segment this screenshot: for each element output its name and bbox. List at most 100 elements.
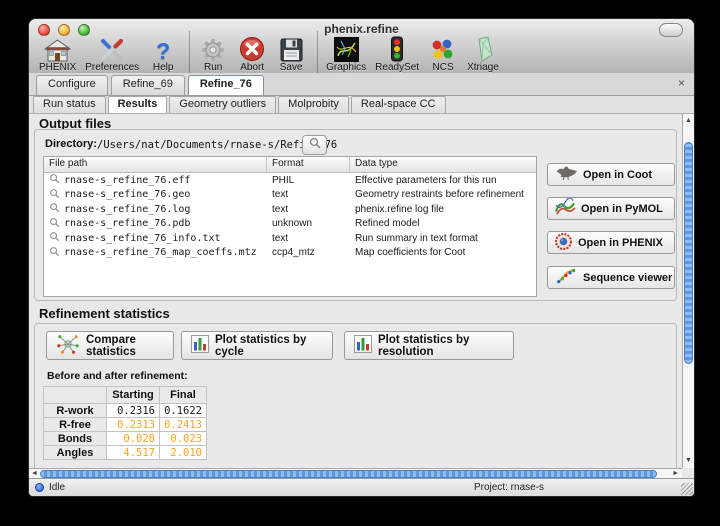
horizontal-scroll-thumb[interactable] bbox=[40, 470, 657, 478]
file-data-type: Geometry restraints before refinement bbox=[350, 189, 532, 200]
table-row[interactable]: rnase-s_refine_76_info.txt text Run summ… bbox=[44, 231, 536, 246]
table-row[interactable]: rnase-s_refine_76.eff PHIL Effective par… bbox=[44, 173, 536, 188]
close-window-button[interactable] bbox=[38, 24, 50, 36]
subtab-molprobity[interactable]: Molprobity bbox=[278, 96, 349, 113]
tab-refine-76[interactable]: Refine_76 bbox=[188, 75, 264, 95]
pymol-ribbon-icon bbox=[554, 198, 576, 219]
table-header-row: File path Format Data type bbox=[44, 157, 536, 173]
results-panel: Output files Directory: /Users/nat/Docum… bbox=[29, 114, 682, 468]
file-name: rnase-s_refine_76_info.txt bbox=[64, 233, 221, 244]
file-name: rnase-s_refine_76.eff bbox=[64, 175, 190, 186]
graphics-icon bbox=[334, 38, 359, 62]
bar-chart-icon bbox=[191, 335, 209, 356]
stats-col-starting: Starting bbox=[107, 387, 160, 404]
toolbar-button-xtriage[interactable]: Xtriage bbox=[467, 38, 499, 73]
toolbar-toggle-button[interactable] bbox=[659, 23, 683, 37]
toolbar-button-ncs[interactable]: NCS bbox=[428, 38, 458, 73]
toolbar-button-phenix[interactable]: PHENIX bbox=[39, 38, 76, 73]
plot-by-cycle-button[interactable]: Plot statistics by cycle bbox=[181, 331, 333, 360]
tools-icon bbox=[99, 38, 125, 62]
stats-row-rfree: R-free 0.2313 0.2413 bbox=[44, 418, 207, 432]
stat-label: R-work bbox=[44, 404, 107, 418]
toolbar-button-run[interactable]: Run bbox=[198, 38, 228, 73]
bar-chart-icon bbox=[354, 335, 372, 356]
column-header-file-path[interactable]: File path bbox=[44, 157, 267, 172]
before-after-label: Before and after refinement: bbox=[47, 370, 188, 382]
toolbar-button-help[interactable]: ? Help bbox=[148, 38, 178, 73]
stat-starting-value: 0.028 bbox=[107, 432, 160, 446]
column-header-data-type[interactable]: Data type bbox=[350, 157, 532, 172]
file-format: text bbox=[267, 204, 350, 215]
open-in-pymol-button[interactable]: Open in PyMOL bbox=[547, 197, 675, 220]
table-row[interactable]: rnase-s_refine_76_map_coeffs.mtz ccp4_mt… bbox=[44, 246, 536, 261]
open-button-label: Open in PHENIX bbox=[578, 237, 663, 249]
file-format: unknown bbox=[267, 218, 350, 229]
toolbar-button-preferences[interactable]: Preferences bbox=[85, 38, 139, 73]
subtab-real-space-cc[interactable]: Real-space CC bbox=[351, 96, 446, 113]
magnifier-icon bbox=[49, 231, 60, 245]
stats-row-bonds: Bonds 0.028 0.023 bbox=[44, 432, 207, 446]
coot-bird-icon bbox=[554, 165, 578, 184]
toolbar-button-graphics[interactable]: Graphics bbox=[326, 38, 366, 73]
tab-configure[interactable]: Configure bbox=[36, 75, 108, 95]
plot-by-resolution-button[interactable]: Plot statistics by resolution bbox=[344, 331, 514, 360]
molecules-icon bbox=[430, 38, 456, 62]
sequence-viewer-button[interactable]: Sequence viewer bbox=[547, 266, 675, 289]
vertical-scroll-thumb[interactable] bbox=[684, 142, 693, 364]
table-row[interactable]: rnase-s_refine_76.pdb unknown Refined mo… bbox=[44, 217, 536, 232]
minimize-window-button[interactable] bbox=[58, 24, 70, 36]
vertical-scrollbar[interactable]: ▲ ▼ bbox=[682, 114, 694, 468]
scroll-down-arrow-icon[interactable]: ▼ bbox=[683, 456, 694, 466]
graph-nodes-icon bbox=[56, 333, 80, 358]
file-name: rnase-s_refine_76.pdb bbox=[64, 218, 190, 229]
toolbar-label: Run bbox=[204, 63, 222, 73]
toolbar-separator bbox=[317, 31, 318, 73]
sequence-icon bbox=[554, 267, 578, 288]
subtab-run-status[interactable]: Run status bbox=[33, 96, 106, 113]
scroll-up-arrow-icon[interactable]: ▲ bbox=[683, 116, 694, 126]
magnifier-icon bbox=[49, 217, 60, 231]
compare-statistics-button[interactable]: Compare statistics bbox=[46, 331, 174, 360]
stat-label: Bonds bbox=[44, 432, 107, 446]
magnifier-icon bbox=[49, 188, 60, 202]
gear-icon bbox=[201, 38, 225, 62]
stat-final-value: 0.023 bbox=[160, 432, 207, 446]
abort-icon bbox=[239, 38, 265, 62]
output-files-table: File path Format Data type rnase-s_refin… bbox=[43, 156, 537, 297]
stat-button-label: Compare statistics bbox=[86, 334, 164, 358]
table-row[interactable]: rnase-s_refine_76.log text phenix.refine… bbox=[44, 202, 536, 217]
open-in-coot-button[interactable]: Open in Coot bbox=[547, 163, 675, 186]
stat-button-label: Plot statistics by cycle bbox=[215, 334, 323, 358]
refinement-stats-table: Starting Final R-work 0.2316 0.1622 R-fr… bbox=[43, 386, 207, 460]
subtab-results[interactable]: Results bbox=[108, 96, 168, 113]
tab-refine-69[interactable]: Refine_69 bbox=[111, 75, 185, 95]
file-name: rnase-s_refine_76.geo bbox=[64, 189, 190, 200]
toolbar-button-abort[interactable]: Abort bbox=[237, 38, 267, 73]
title-bar[interactable]: phenix.refine bbox=[29, 19, 694, 39]
magnifier-icon bbox=[49, 173, 60, 187]
zoom-window-button[interactable] bbox=[78, 24, 90, 36]
toolbar-label: Help bbox=[153, 63, 174, 73]
browse-directory-button[interactable] bbox=[302, 135, 327, 155]
tab-close-icon[interactable]: × bbox=[678, 77, 685, 89]
open-button-label: Open in Coot bbox=[583, 169, 652, 181]
save-icon bbox=[280, 38, 303, 62]
table-row[interactable]: rnase-s_refine_76.geo text Geometry rest… bbox=[44, 188, 536, 203]
house-icon bbox=[44, 38, 71, 62]
stat-starting-value: 4.517 bbox=[107, 446, 160, 460]
traffic-lights bbox=[38, 24, 90, 36]
status-text: Idle bbox=[49, 482, 65, 493]
subtab-geometry-outliers[interactable]: Geometry outliers bbox=[169, 96, 276, 113]
magnifier-icon bbox=[49, 202, 60, 216]
open-in-phenix-button[interactable]: Open in PHENIX bbox=[547, 231, 675, 254]
resize-grip[interactable] bbox=[681, 483, 693, 495]
file-format: text bbox=[267, 233, 350, 244]
refinement-statistics-groupbox: Compare statistics Plot statistics by cy… bbox=[34, 323, 677, 468]
toolbar-button-save[interactable]: Save bbox=[276, 38, 306, 73]
open-button-label: Sequence viewer bbox=[583, 272, 672, 284]
stat-final-value: 0.1622 bbox=[160, 404, 207, 418]
stat-starting-value: 0.2313 bbox=[107, 418, 160, 432]
stat-final-value: 2.010 bbox=[160, 446, 207, 460]
toolbar-button-readyset[interactable]: ReadySet bbox=[375, 38, 419, 73]
column-header-format[interactable]: Format bbox=[267, 157, 350, 172]
